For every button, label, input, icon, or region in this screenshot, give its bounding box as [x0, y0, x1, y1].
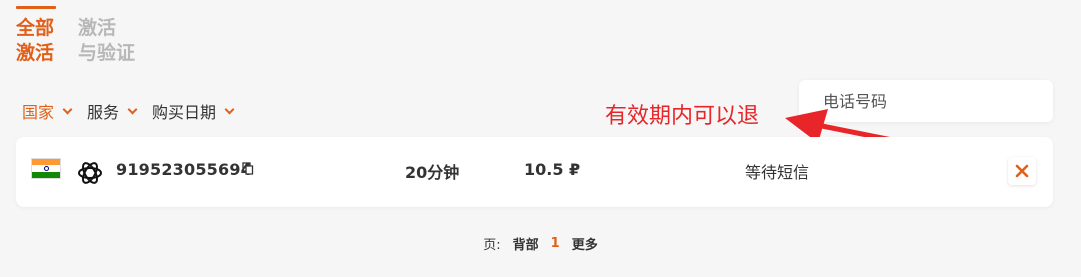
filter-purchase-date-label: 购买日期	[152, 103, 217, 122]
active-tab-indicator	[16, 6, 56, 9]
pagination: 页: 背部 1 更多	[0, 234, 1081, 253]
pagination-more-link[interactable]: 更多	[572, 234, 598, 253]
tab-all-activations[interactable]: 全部 激活	[16, 16, 60, 66]
phone-number: 919523055694	[116, 160, 252, 179]
filter-country-label: 国家	[22, 103, 55, 122]
openai-icon	[78, 162, 102, 184]
cancel-activation-button[interactable]	[1008, 157, 1036, 185]
filter-purchase-date[interactable]: 购买日期	[152, 99, 235, 123]
pagination-back-link[interactable]: 背部	[513, 234, 539, 253]
chevron-down-icon	[62, 104, 73, 115]
chevron-down-icon	[224, 104, 235, 115]
activation-status: 等待短信	[745, 163, 810, 182]
filter-bar: 国家 服务 购买日期	[22, 98, 249, 124]
copy-icon[interactable]	[242, 162, 254, 175]
phone-search-input[interactable]	[799, 80, 1053, 122]
filter-country[interactable]: 国家	[22, 99, 73, 123]
phone-search-box	[799, 80, 1053, 122]
close-icon	[1015, 164, 1029, 178]
tab-activation-verification[interactable]: 激活 与验证	[78, 16, 148, 66]
filter-service-label: 服务	[87, 103, 120, 122]
pagination-current-page[interactable]: 1	[551, 236, 560, 251]
annotation-text: 有效期内可以退	[605, 104, 760, 129]
india-flag-icon	[31, 158, 61, 179]
table-row: 919523055694 20分钟 10.5 ₽ 等待短信	[16, 137, 1053, 207]
filter-service[interactable]: 服务	[87, 99, 138, 123]
pagination-label: 页:	[483, 238, 501, 253]
activation-duration: 20分钟	[405, 163, 460, 182]
activation-price: 10.5 ₽	[524, 160, 581, 179]
chevron-down-icon	[127, 104, 138, 115]
